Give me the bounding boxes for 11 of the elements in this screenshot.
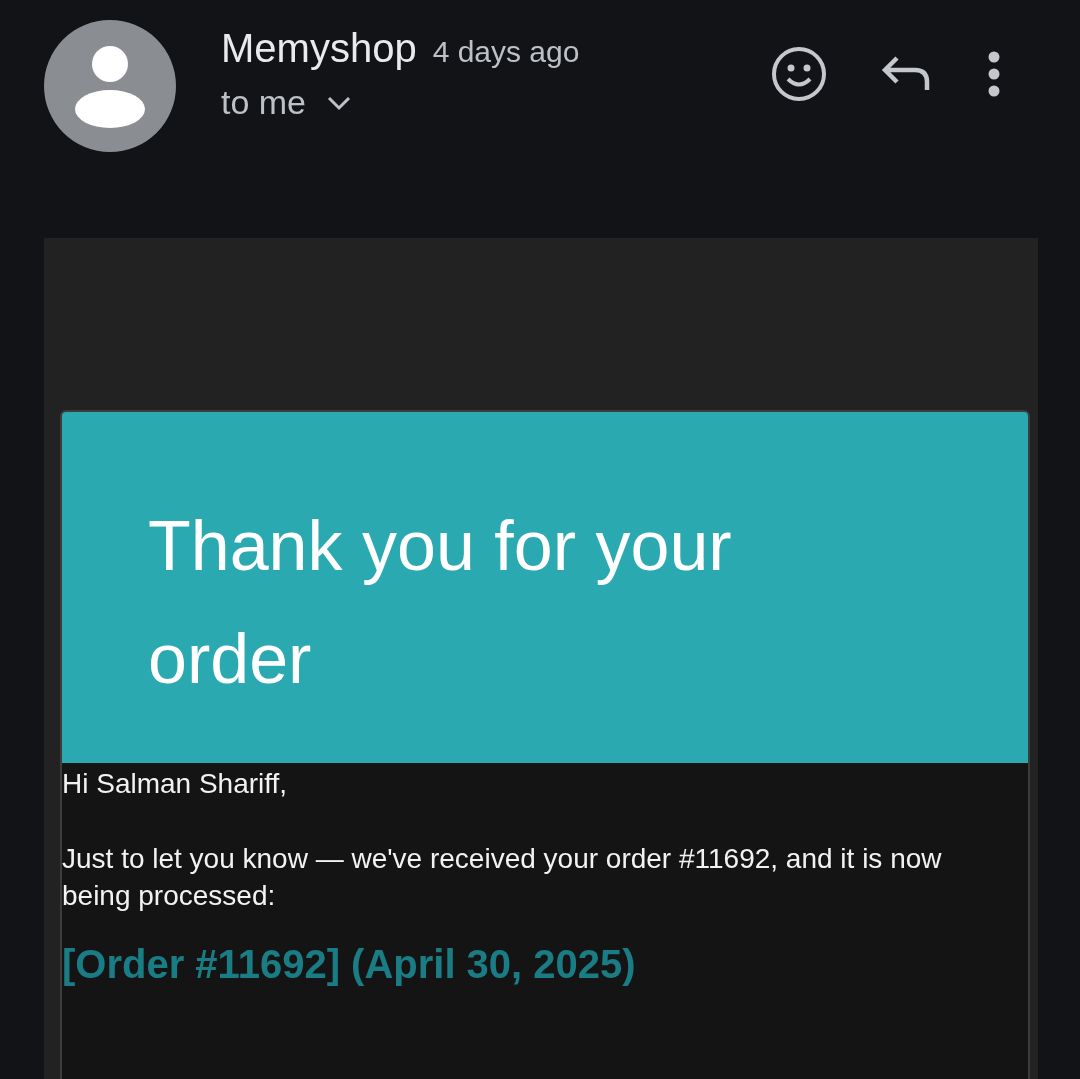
emoji-reaction-icon[interactable] [771,46,827,102]
greeting-text: Hi Salman Shariff, [62,767,288,801]
message-text: Just to let you know — we've received your order #11692, and it is now being processed: [62,842,943,913]
chevron-down-icon[interactable] [326,94,353,111]
avatar-icon [44,20,176,152]
order-heading: [Order #11692] (April 30, 2025) [62,942,636,987]
received-time: 4 days ago [432,35,580,69]
banner-title: Thank you for your order [148,506,733,700]
recipient-toggle[interactable]: to me [221,83,353,122]
sender-name: Memyshop [221,26,417,71]
more-options-icon[interactable] [987,51,1001,97]
